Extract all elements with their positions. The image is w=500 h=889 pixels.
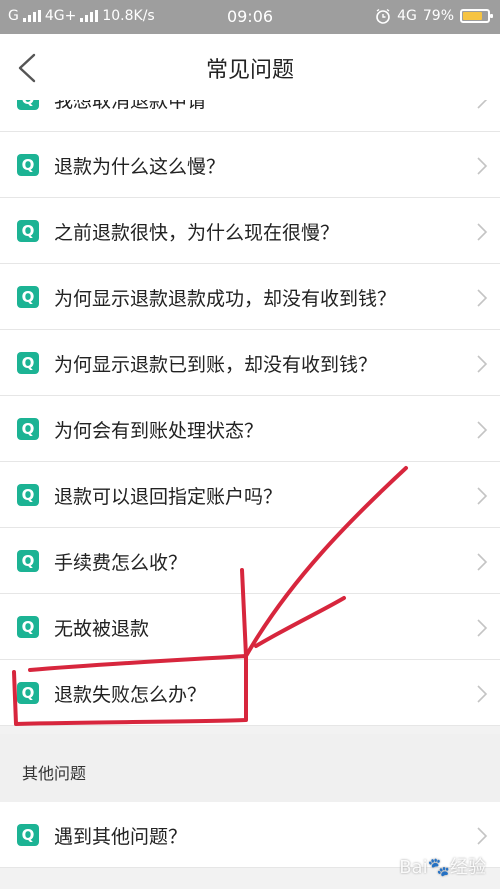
- question-badge-icon: Q: [17, 418, 39, 440]
- question-badge-icon: Q: [17, 484, 39, 506]
- question-badge-icon: Q: [17, 286, 39, 308]
- faq-item[interactable]: Q 为何会有到账处理状态？: [0, 396, 500, 462]
- chevron-right-icon: [477, 619, 488, 637]
- section-header: 其他问题: [0, 734, 500, 802]
- battery-fill: [463, 12, 482, 20]
- faq-item-refund-failed[interactable]: Q 退款失败怎么办？: [0, 660, 500, 726]
- faq-item-label: 为何显示退款退款成功，却没有收到钱？: [54, 288, 397, 310]
- question-badge-icon: Q: [17, 682, 39, 704]
- chevron-right-icon: [477, 487, 488, 505]
- faq-item-label: 退款为什么这么慢？: [54, 156, 226, 178]
- faq-item[interactable]: Q 为何显示退款退款成功，却没有收到钱？: [0, 264, 500, 330]
- faq-item-label: 为何显示退款已到账，却没有收到钱？: [54, 354, 378, 376]
- faq-item-label: 手续费怎么收？: [54, 552, 188, 574]
- question-badge-icon: Q: [17, 352, 39, 374]
- status-bar: G 4G+ 10.8K/s 09:06 4G 79%: [0, 0, 500, 34]
- question-badge-icon: Q: [17, 100, 39, 110]
- status-right: 4G 79%: [375, 8, 493, 24]
- battery-icon: [460, 9, 493, 23]
- faq-item-label: 之前退款很快，为什么现在很慢？: [54, 222, 340, 244]
- page-title: 常见问题: [205, 58, 294, 83]
- chevron-right-icon: [477, 100, 488, 109]
- faq-item-label: 退款失败怎么办？: [54, 684, 207, 706]
- alarm-icon: [376, 8, 390, 24]
- chevron-right-icon: [477, 827, 488, 845]
- faq-item[interactable]: Q 为何显示退款已到账，却没有收到钱？: [0, 330, 500, 396]
- chevron-right-icon: [477, 355, 488, 373]
- faq-item-label: 为何会有到账处理状态？: [54, 420, 264, 442]
- network-label-2: 4G: [397, 8, 417, 24]
- faq-item[interactable]: Q 退款可以退回指定账户吗？: [0, 462, 500, 528]
- chevron-right-icon: [477, 685, 488, 703]
- section-title: 其他问题: [22, 764, 87, 783]
- app-header: 常见问题: [0, 34, 500, 101]
- battery-percent: 79%: [422, 8, 454, 24]
- watermark-logo: Bai🐾经验: [399, 857, 486, 878]
- faq-item[interactable]: Q 退款为什么这么慢？: [0, 132, 500, 198]
- faq-item-label: 遇到其他问题？: [54, 826, 188, 848]
- chevron-right-icon: [477, 157, 488, 175]
- chevron-right-icon: [477, 289, 488, 307]
- question-badge-icon: Q: [17, 154, 39, 176]
- faq-item[interactable]: Q 我想取消退款申请: [0, 100, 500, 132]
- question-badge-icon: Q: [17, 220, 39, 242]
- faq-item[interactable]: Q 无故被退款: [0, 594, 500, 660]
- faq-item[interactable]: Q 手续费怎么收？: [0, 528, 500, 594]
- chevron-right-icon: [477, 421, 488, 439]
- question-badge-icon: Q: [17, 824, 39, 846]
- question-badge-icon: Q: [17, 616, 39, 638]
- faq-item[interactable]: Q 之前退款很快，为什么现在很慢？: [0, 198, 500, 264]
- chevron-right-icon: [477, 553, 488, 571]
- chevron-right-icon: [477, 223, 488, 241]
- question-badge-icon: Q: [17, 550, 39, 572]
- faq-list: Q 我想取消退款申请 Q 退款为什么这么慢？ Q 之前退款很快，为什么现在很慢？…: [0, 100, 500, 726]
- faq-item-label: 退款可以退回指定账户吗？: [54, 486, 283, 508]
- faq-item-label: 我想取消退款申请: [54, 100, 207, 112]
- faq-item-label: 无故被退款: [54, 618, 150, 640]
